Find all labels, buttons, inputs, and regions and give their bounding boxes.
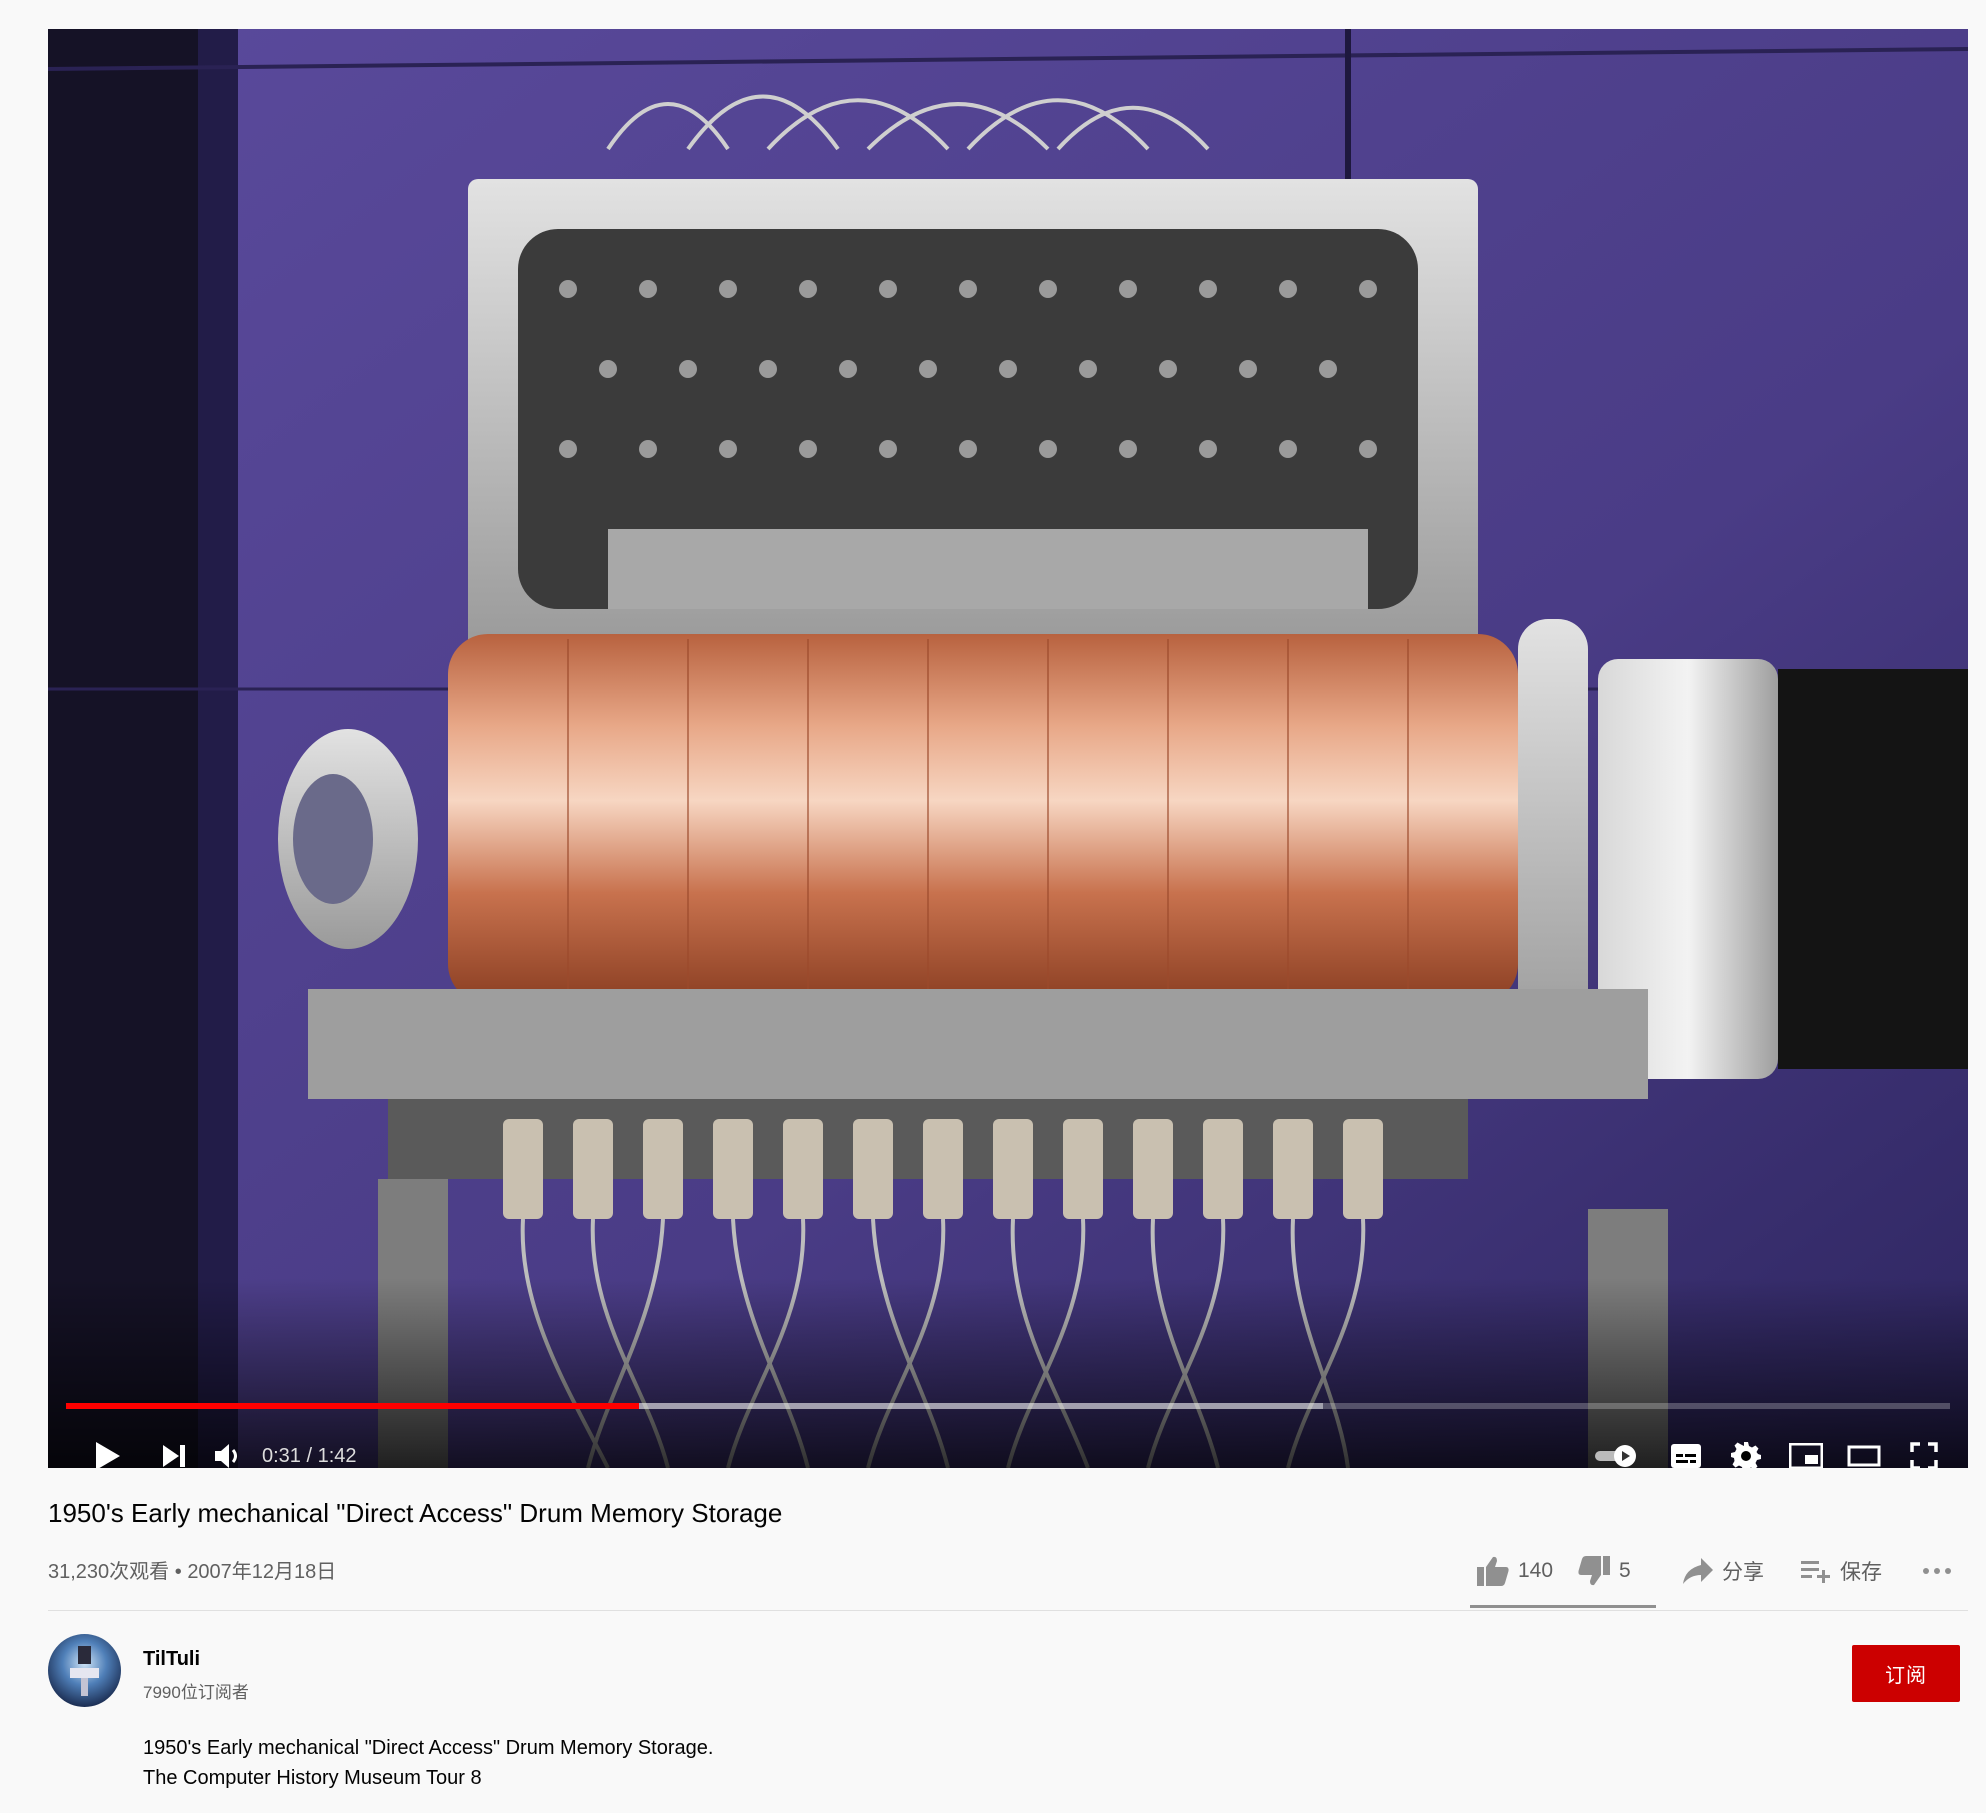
share-button[interactable]: 分享 (1682, 1540, 1764, 1602)
page: 0:31 / 1:42 1950's Early mechanical "Dir… (0, 0, 1986, 1813)
description-line: 1950's Early mechanical "Direct Access" … (143, 1737, 714, 1759)
playlist-add-icon (1801, 1561, 1830, 1583)
meta-separator: • (174, 1561, 182, 1583)
subtitles-button[interactable] (1656, 1425, 1716, 1468)
subscribe-button[interactable]: 订阅 (1852, 1645, 1960, 1702)
volume-button[interactable] (198, 1425, 258, 1468)
fullscreen-icon (1910, 1442, 1938, 1468)
video-description: 1950's Early mechanical "Direct Access" … (143, 1733, 713, 1793)
thumbs-down-icon (1578, 1556, 1610, 1586)
share-label: 分享 (1722, 1561, 1764, 1584)
progress-bar[interactable] (66, 1403, 1950, 1409)
sentiment-like-fill (1470, 1605, 1650, 1608)
volume-icon (215, 1444, 237, 1468)
autoplay-toggle[interactable] (1586, 1425, 1646, 1468)
miniplayer-icon (1789, 1443, 1823, 1468)
play-button[interactable] (78, 1425, 138, 1468)
dislike-count: 5 (1619, 1559, 1631, 1582)
view-count: 31,230次观看 (48, 1561, 170, 1583)
settings-button[interactable] (1716, 1425, 1776, 1468)
fullscreen-button[interactable] (1894, 1425, 1954, 1468)
more-horizontal-icon (1923, 1568, 1951, 1574)
more-actions-button[interactable] (1922, 1540, 1960, 1602)
video-frame[interactable] (48, 29, 1968, 1468)
video-actions: 140 5 分享 保存 (1470, 1540, 1951, 1608)
channel-name[interactable]: TilTuli (143, 1648, 200, 1671)
player-controls: 0:31 / 1:42 (48, 1425, 1968, 1468)
sentiment-bar (1470, 1605, 1656, 1608)
share-icon (1683, 1558, 1713, 1584)
description-line: The Computer History Museum Tour 8 (143, 1767, 482, 1789)
video-title: 1950's Early mechanical "Direct Access" … (48, 1498, 783, 1528)
divider (48, 1610, 1968, 1611)
theater-button[interactable] (1834, 1425, 1894, 1468)
autoplay-toggle-icon (1595, 1445, 1636, 1467)
video-player[interactable]: 0:31 / 1:42 (48, 29, 1968, 1468)
progress-played (66, 1403, 639, 1409)
gear-icon (1731, 1442, 1761, 1468)
upload-date: 2007年12月18日 (187, 1561, 337, 1583)
avatar-image (48, 1634, 121, 1707)
save-button[interactable]: 保存 (1800, 1540, 1882, 1602)
like-count: 140 (1518, 1559, 1554, 1582)
miniplayer-button[interactable] (1776, 1425, 1836, 1468)
thumbs-up-icon (1477, 1556, 1509, 1586)
next-icon (163, 1445, 185, 1467)
theater-icon (1847, 1445, 1881, 1467)
like-button[interactable]: 140 (1476, 1540, 1553, 1602)
time-display: 0:31 / 1:42 (262, 1445, 357, 1467)
subscriber-count: 7990位订阅者 (143, 1683, 249, 1702)
save-label: 保存 (1840, 1561, 1882, 1584)
subtitles-icon (1671, 1444, 1701, 1468)
video-meta: 31,230次观看 • 2007年12月18日 (48, 1555, 336, 1584)
dislike-button[interactable]: 5 (1577, 1540, 1631, 1602)
next-button[interactable] (144, 1425, 204, 1468)
channel-avatar[interactable] (48, 1634, 121, 1707)
play-icon (96, 1442, 120, 1468)
